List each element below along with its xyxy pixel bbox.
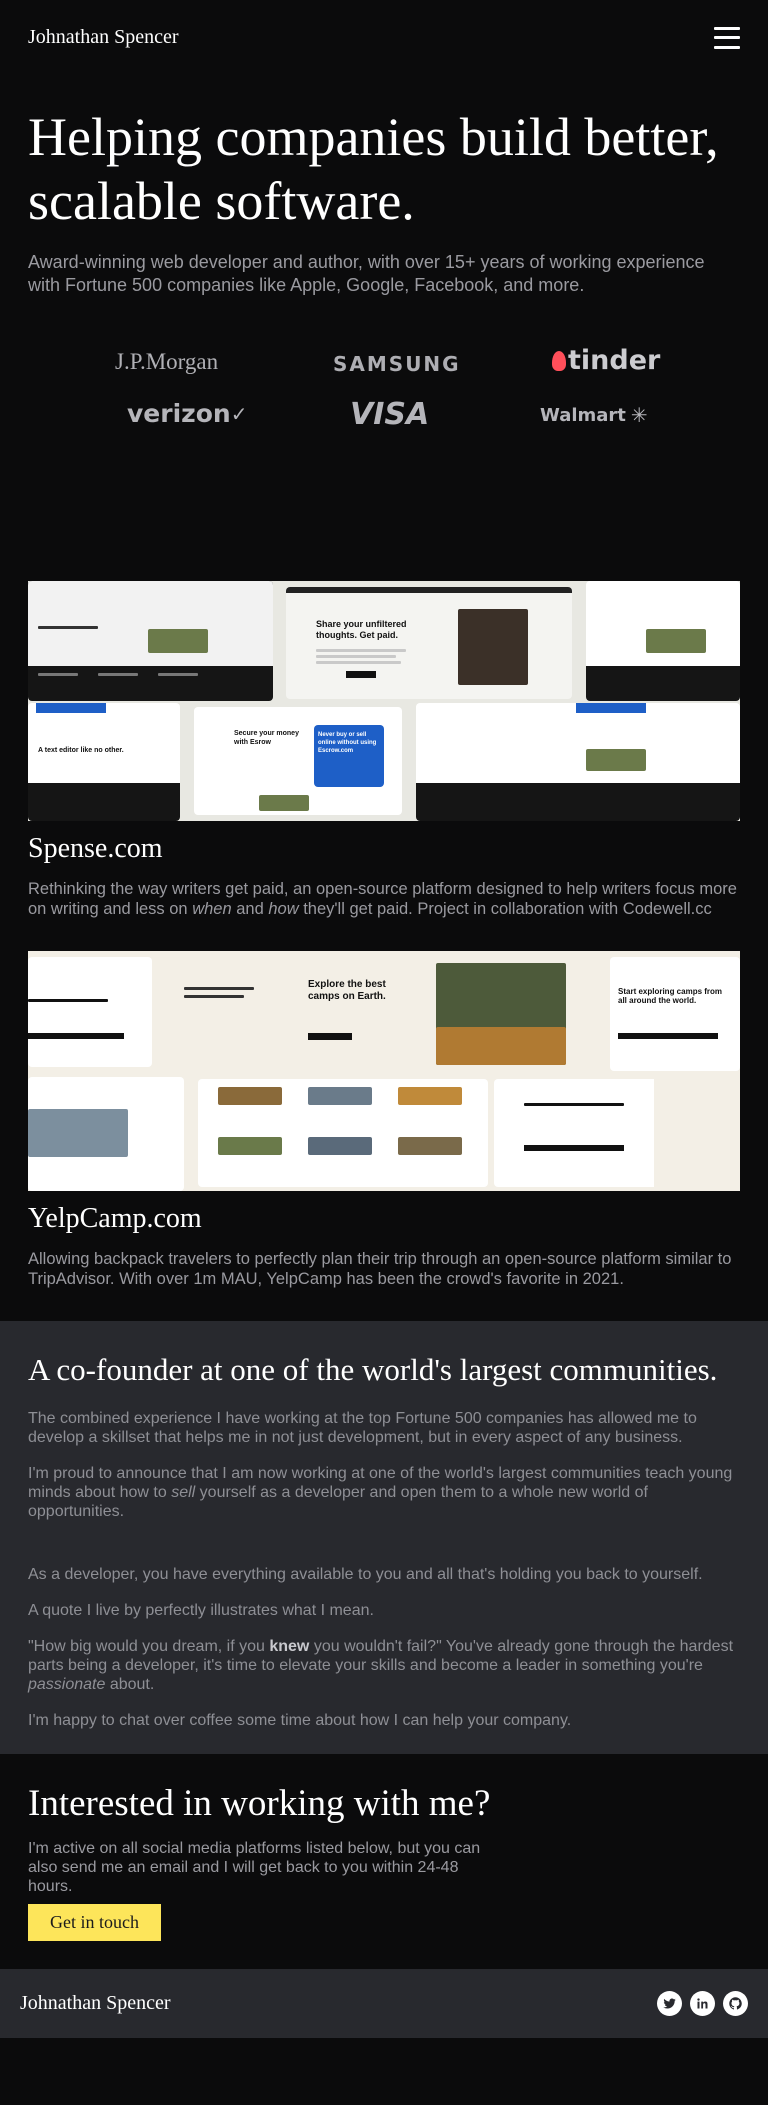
yelpcamp-shot-headline: Explore the best camps on Earth. — [308, 979, 386, 1002]
twitter-icon[interactable] — [657, 1991, 682, 2016]
paragraph: I'm happy to chat over coffee some time … — [28, 1712, 572, 1729]
footer-brand[interactable]: Johnathan Spencer — [20, 1992, 171, 2015]
get-in-touch-button[interactable]: Get in touch — [28, 1904, 161, 1941]
samsung-logo: SAMSUNG — [333, 352, 461, 376]
yelpcamp-screenshot[interactable]: Explore the best camps on Earth. Start e… — [28, 951, 740, 1191]
project-title[interactable]: Spense.com — [28, 833, 740, 865]
yelpcamp-shot-card-a: Start exploring camps from all around th… — [618, 987, 723, 1005]
hero-title: Helping companies build better, scalable… — [28, 107, 719, 231]
linkedin-icon[interactable] — [690, 1991, 715, 2016]
site-footer: Johnathan Spencer — [0, 1969, 768, 2038]
project-spense: Share your unfiltered thoughts. Get paid… — [28, 581, 740, 919]
project-description: Rethinking the way writers get paid, an … — [28, 880, 737, 918]
quote-paragraph: "How big would you dream, if you knew yo… — [28, 1638, 734, 1693]
project-description: Allowing backpack travelers to perfectly… — [28, 1250, 732, 1288]
jpmorgan-logo: J.P.Morgan — [115, 349, 219, 374]
spense-shot-card-c: A text editor like no other. — [38, 747, 124, 754]
walmart-logo: Walmart ✳ — [540, 403, 648, 427]
section-title: A co-founder at one of the world's large… — [28, 1352, 718, 1387]
visa-logo: VISA — [350, 397, 430, 432]
hero-subtitle: Award-winning web developer and author, … — [28, 252, 705, 295]
spense-shot-card-b: Never buy or sell online without using E… — [318, 732, 377, 754]
hero-section: Helping companies build better, scalable… — [0, 75, 768, 297]
paragraph: I'm proud to announce that I am now work… — [28, 1465, 733, 1520]
projects-section: Share your unfiltered thoughts. Get paid… — [0, 487, 768, 1289]
hamburger-menu-icon[interactable] — [714, 26, 740, 49]
spark-icon: ✳ — [630, 403, 648, 427]
cofounder-section: A co-founder at one of the world's large… — [0, 1321, 768, 1754]
social-links — [657, 1991, 748, 2016]
paragraph: As a developer, you have everything avai… — [28, 1566, 703, 1583]
spense-shot-card-a: Secure your money with Esrow — [234, 730, 299, 746]
project-title[interactable]: YelpCamp.com — [28, 1203, 740, 1235]
brand-logo[interactable]: Johnathan Spencer — [28, 26, 179, 49]
contact-text: I'm active on all social media platforms… — [28, 1840, 481, 1895]
paragraph: The combined experience I have working a… — [28, 1410, 697, 1446]
project-yelpcamp: Explore the best camps on Earth. Start e… — [28, 951, 740, 1289]
paragraph: A quote I live by perfectly illustrates … — [28, 1602, 374, 1619]
client-logos: J.P.Morgan SAMSUNG tinder verizon ✓ VISA … — [0, 297, 768, 487]
spense-shot-headline: Share your unfiltered thoughts. Get paid… — [316, 619, 407, 640]
site-header: Johnathan Spencer — [0, 0, 768, 75]
spense-screenshot[interactable]: Share your unfiltered thoughts. Get paid… — [28, 581, 740, 821]
tinder-logo: tinder — [552, 345, 660, 376]
flame-icon — [552, 350, 566, 371]
contact-title: Interested in working with me? — [28, 1783, 491, 1824]
verizon-logo: verizon ✓ — [127, 399, 248, 428]
contact-section: Interested in working with me? I'm activ… — [0, 1754, 768, 1969]
github-icon[interactable] — [723, 1991, 748, 2016]
